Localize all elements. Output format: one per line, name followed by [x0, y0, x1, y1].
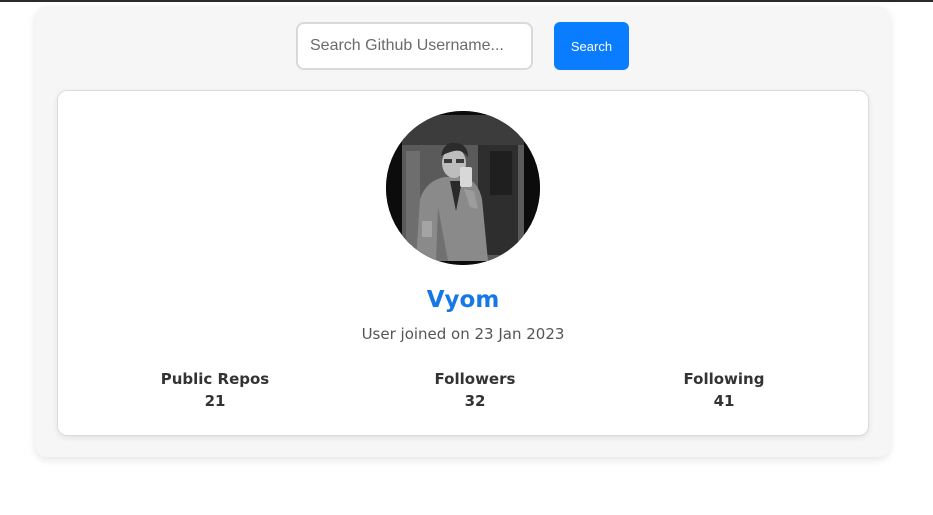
search-panel: Search Vyom Use: [35, 6, 890, 457]
stat-label: Public Repos: [160, 370, 270, 388]
user-photo-icon: [386, 111, 540, 265]
stat-value: 32: [464, 392, 486, 410]
stat-following: Following 41: [644, 369, 804, 413]
search-button[interactable]: Search: [554, 22, 629, 70]
user-name[interactable]: Vyom: [58, 287, 868, 313]
profile-card: Vyom User joined on 23 Jan 2023 Public R…: [57, 90, 869, 436]
stat-public-repos: Public Repos 21: [135, 369, 295, 413]
stat-value: 41: [713, 392, 735, 410]
join-date: User joined on 23 Jan 2023: [361, 325, 565, 343]
search-bar: Search: [35, 22, 890, 70]
stat-label: Following: [683, 370, 765, 388]
stat-value: 21: [204, 392, 226, 410]
search-input[interactable]: [296, 22, 533, 70]
stat-label: Followers: [434, 370, 516, 388]
top-divider: [0, 0, 933, 2]
stat-followers: Followers 32: [395, 369, 555, 413]
avatar: [386, 111, 540, 265]
